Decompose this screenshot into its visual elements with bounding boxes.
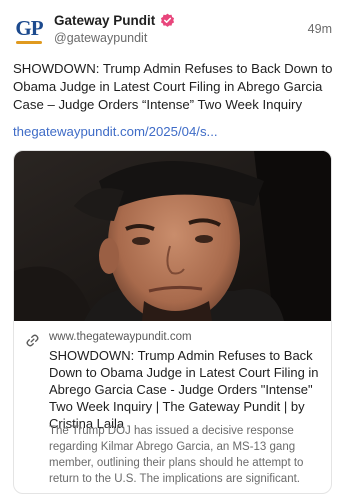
avatar-logo-underline bbox=[16, 41, 42, 44]
card-body: www.thegatewaypundit.com SHOWDOWN: Trump… bbox=[14, 321, 331, 493]
post-text: SHOWDOWN: Trump Admin Refuses to Back Do… bbox=[13, 61, 333, 112]
avatar-logo-text: GP bbox=[15, 16, 43, 40]
card-thumbnail-image[interactable] bbox=[14, 151, 332, 321]
author-display-name[interactable]: Gateway Pundit bbox=[54, 13, 155, 28]
card-domain: www.thegatewaypundit.com bbox=[49, 331, 192, 343]
post: GP Gateway Pundit @gatewaypundit 49m SHO… bbox=[0, 0, 345, 500]
avatar[interactable]: GP bbox=[12, 14, 46, 48]
author-handle[interactable]: @gatewaypundit bbox=[54, 31, 147, 45]
author-name-row: Gateway Pundit bbox=[54, 13, 175, 28]
post-link[interactable]: thegatewaypundit.com/2025/04/s... bbox=[13, 124, 218, 139]
link-preview-card[interactable]: www.thegatewaypundit.com SHOWDOWN: Trump… bbox=[13, 150, 332, 494]
link-icon bbox=[26, 334, 39, 347]
post-timestamp[interactable]: 49m bbox=[308, 22, 332, 36]
verified-badge-icon bbox=[161, 13, 175, 27]
card-title[interactable]: SHOWDOWN: Trump Admin Refuses to Back Do… bbox=[49, 347, 325, 432]
card-description: The Trump DOJ has issued a decisive resp… bbox=[49, 425, 304, 485]
